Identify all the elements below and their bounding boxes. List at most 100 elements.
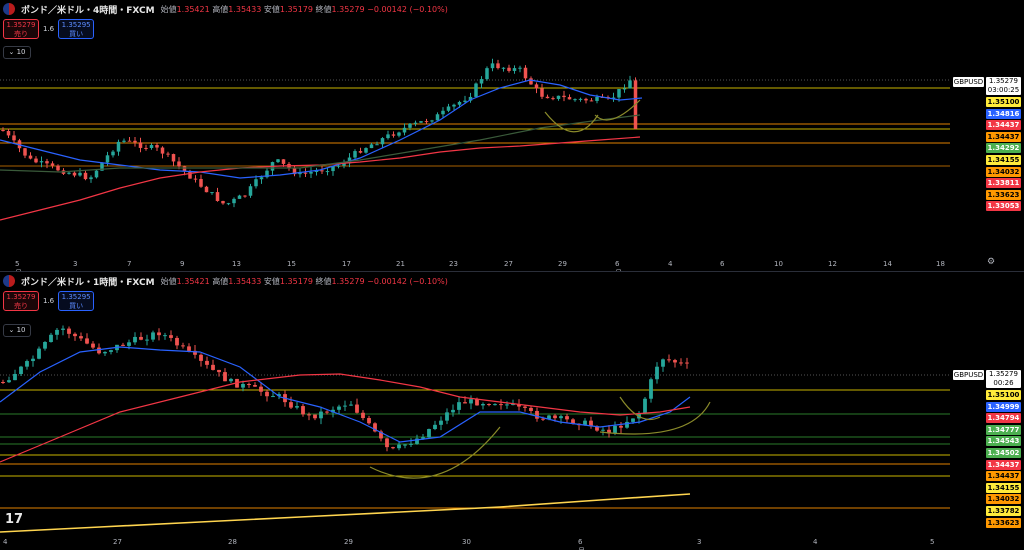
symbol-title[interactable]: ポンド／米ドル・4時間・FXCM: [21, 3, 155, 16]
symbol-title[interactable]: ポンド／米ドル・1時間・FXCM: [21, 275, 155, 288]
candle-body: [507, 67, 511, 71]
level-price-label: 1.34816: [986, 108, 1021, 119]
tradingview-logo[interactable]: 17: [5, 512, 23, 527]
level-price-label: 1.35100: [986, 390, 1021, 400]
candle-body: [361, 412, 365, 419]
candle-body: [91, 343, 95, 348]
candle-body: [439, 420, 443, 425]
chart-panel-1h[interactable]: ポンド／米ドル・1時間・FXCM 始値1.35421 高値1.35433 安値1…: [0, 272, 1024, 550]
candle-body: [402, 127, 407, 133]
candle-body: [679, 362, 683, 364]
candle-body: [303, 172, 308, 174]
candle-body: [408, 123, 412, 128]
candle-body: [573, 99, 577, 101]
candle-body: [67, 172, 71, 174]
candle-body: [210, 192, 214, 194]
candle-body: [94, 170, 99, 178]
candle-body: [13, 373, 17, 381]
candle-body: [155, 145, 159, 148]
candle-body: [34, 158, 38, 163]
candle-body: [67, 328, 71, 334]
gear-icon[interactable]: ⚙: [987, 257, 995, 267]
level-price-label: 1.34794: [986, 413, 1021, 424]
gbp-usd-flag-icon: [3, 275, 15, 287]
candle-body: [353, 151, 357, 158]
candle-body: [25, 361, 29, 367]
candle-body: [188, 171, 192, 179]
candle-body: [151, 332, 155, 340]
candle-body: [289, 402, 293, 408]
candle-body: [541, 418, 545, 420]
candle-body: [336, 165, 341, 167]
candle-body: [451, 409, 455, 413]
candle-body: [496, 63, 500, 69]
candle-body: [556, 95, 561, 99]
candlestick-chart-4h[interactable]: [0, 0, 1024, 271]
level-price-label: 1.34437: [986, 459, 1021, 470]
candle-body: [325, 411, 329, 413]
candle-body: [259, 386, 263, 392]
candle-body: [85, 338, 89, 344]
indicator-collapse-toggle[interactable]: ⌄ 10: [3, 46, 31, 59]
candle-body: [463, 100, 467, 102]
candle-body: [1, 130, 5, 132]
time-axis-label: 10: [774, 260, 783, 268]
level-price-label: 1.33053: [986, 201, 1021, 212]
current-price-label: 1.35279 00:26: [986, 370, 1021, 388]
level-price-label: 1.34155: [986, 155, 1021, 165]
candlestick-chart-1h[interactable]: [0, 272, 1024, 550]
candle-body: [116, 141, 121, 152]
candle-body: [391, 447, 395, 449]
candle-body: [28, 155, 33, 159]
sell-button[interactable]: 1.35279 売り: [3, 291, 39, 311]
candle-body: [243, 195, 247, 197]
level-price-label: 1.33623: [986, 189, 1021, 200]
candle-body: [613, 425, 617, 434]
candle-body: [673, 360, 677, 363]
candle-body: [105, 155, 110, 163]
candle-body: [409, 443, 413, 445]
symbol-label: GBPUSD: [953, 77, 984, 87]
candle-body: [127, 342, 131, 346]
indicator-collapse-toggle[interactable]: ⌄ 10: [3, 324, 31, 337]
candle-body: [463, 402, 467, 404]
symbol-label: GBPUSD: [953, 370, 984, 380]
time-axis-label: 27: [113, 538, 122, 546]
candle-body: [175, 337, 179, 346]
ma-slow-line: [0, 373, 691, 463]
candle-body: [631, 418, 635, 422]
chart-panel-4h[interactable]: ポンド／米ドル・4時間・FXCM 始値1.35421 高値1.35433 安値1…: [0, 0, 1024, 271]
time-axis-label: 6月: [615, 260, 622, 271]
time-axis-label: 9: [180, 260, 185, 268]
candle-body: [622, 88, 627, 90]
time-axis-label: 3: [73, 260, 78, 268]
time-axis-label: 6月: [578, 538, 585, 550]
candle-body: [61, 328, 65, 330]
candle-body: [452, 104, 456, 107]
candle-body: [355, 404, 359, 413]
time-axis-label: 4: [813, 538, 818, 546]
buy-button[interactable]: 1.35295 買い: [58, 291, 95, 311]
candle-body: [358, 151, 363, 153]
ohlc-readout: 始値1.35421 高値1.35433 安値1.35179 終値1.35279 …: [160, 4, 448, 14]
level-price-label: 1.33811: [986, 178, 1021, 189]
time-axis-label: 12: [828, 260, 837, 268]
candle-body: [567, 97, 572, 100]
time-axis-label: 15: [287, 260, 296, 268]
candle-body: [403, 444, 407, 446]
candle-body: [685, 362, 689, 364]
candle-body: [83, 172, 88, 180]
candle-body: [445, 412, 449, 421]
candle-body: [475, 399, 479, 406]
candle-body: [247, 383, 251, 386]
candle-body: [265, 391, 269, 397]
candle-body: [204, 186, 209, 193]
sell-button[interactable]: 1.35279 売り: [3, 19, 39, 39]
candle-body: [254, 179, 258, 187]
level-price-label: 1.34032: [986, 494, 1021, 505]
candle-body: [171, 154, 176, 162]
candle-body: [661, 359, 665, 367]
candle-body: [73, 333, 77, 337]
buy-button[interactable]: 1.35295 買い: [58, 19, 95, 39]
candle-body: [518, 67, 522, 69]
